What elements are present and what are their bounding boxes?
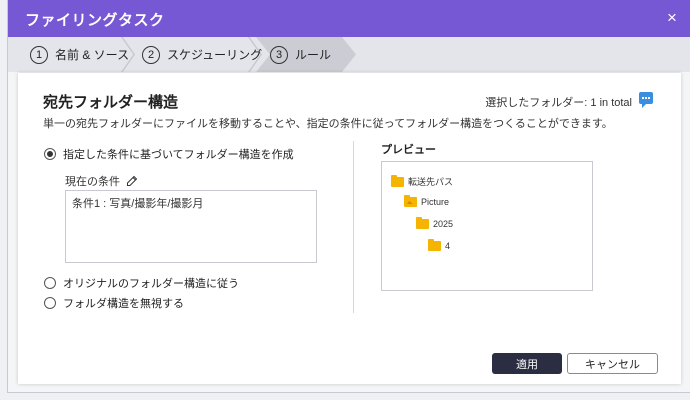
- step-number: 1: [30, 45, 48, 64]
- folder-icon: [428, 239, 441, 251]
- option-ignore-structure[interactable]: フォルダ構造を無視する: [44, 295, 184, 311]
- condition-label-text: 現在の条件: [65, 176, 120, 188]
- step-label: 名前 & ソース: [55, 48, 130, 62]
- filing-task-dialog: ファイリングタスク × 1 名前 & ソース 2 スケジューリング 3 ルール …: [7, 0, 690, 393]
- dialog-title: ファイリングタスク: [25, 12, 165, 29]
- tree-item-label: Picture: [421, 197, 450, 207]
- cancel-button[interactable]: キャンセル: [567, 353, 658, 374]
- edit-icon[interactable]: [126, 175, 138, 187]
- folder-icon: [416, 217, 429, 229]
- current-condition-label: 現在の条件: [65, 173, 138, 189]
- title-bar: ファイリングタスク ×: [8, 0, 690, 37]
- apply-button[interactable]: 適用: [492, 353, 562, 374]
- radio-button-checked[interactable]: [44, 148, 56, 160]
- option-label: オリジナルのフォルダー構造に従う: [63, 278, 239, 290]
- option-label: 指定した条件に基づいてフォルダー構造を作成: [63, 149, 294, 161]
- tree-item-year: 2025: [416, 217, 454, 229]
- step-label: スケジューリング: [167, 48, 263, 62]
- step-scheduling[interactable]: 2 スケジューリング: [142, 37, 262, 72]
- option-label: フォルダ構造を無視する: [63, 298, 184, 310]
- radio-button[interactable]: [44, 297, 56, 309]
- comment-icon[interactable]: [639, 92, 653, 108]
- preview-tree: 転送先パス Picture 2025 4: [381, 161, 593, 291]
- step-number: 3: [270, 45, 288, 64]
- step-rules[interactable]: 3 ルール: [270, 37, 331, 72]
- tree-item-picture: Picture: [404, 195, 450, 207]
- wizard-steps: 1 名前 & ソース 2 スケジューリング 3 ルール: [8, 37, 690, 72]
- tree-item-month: 4: [428, 239, 451, 251]
- rules-panel: 宛先フォルダー構造 選択したフォルダー: 1 in total 単一の宛先フォル…: [18, 73, 681, 384]
- folder-icon: [391, 174, 404, 187]
- column-divider: [353, 141, 354, 313]
- condition-value: 条件1 : 写真/撮影年/撮影月: [72, 198, 204, 210]
- step-number: 2: [142, 45, 160, 64]
- picture-folder-icon: [404, 195, 417, 207]
- option-create-structure[interactable]: 指定した条件に基づいてフォルダー構造を作成: [44, 146, 294, 162]
- section-description: 単一の宛先フォルダーにファイルを移動することや、指定の条件に従ってフォルダー構造…: [43, 118, 613, 130]
- radio-button[interactable]: [44, 277, 56, 289]
- tree-item-label: 2025: [433, 219, 454, 229]
- step-name-source[interactable]: 1 名前 & ソース: [30, 37, 129, 72]
- selected-folder-count: 選択したフォルダー: 1 in total: [485, 97, 632, 109]
- close-icon[interactable]: ×: [663, 9, 681, 27]
- tree-item-label: 4: [445, 241, 451, 251]
- section-title: 宛先フォルダー構造: [43, 94, 179, 111]
- preview-label: プレビュー: [381, 144, 436, 156]
- tree-item-label: 転送先パス: [408, 177, 454, 187]
- step-label: ルール: [295, 48, 332, 62]
- condition-textbox[interactable]: 条件1 : 写真/撮影年/撮影月: [65, 190, 317, 263]
- option-follow-original[interactable]: オリジナルのフォルダー構造に従う: [44, 275, 239, 291]
- tree-item-destination: 転送先パス: [391, 174, 454, 188]
